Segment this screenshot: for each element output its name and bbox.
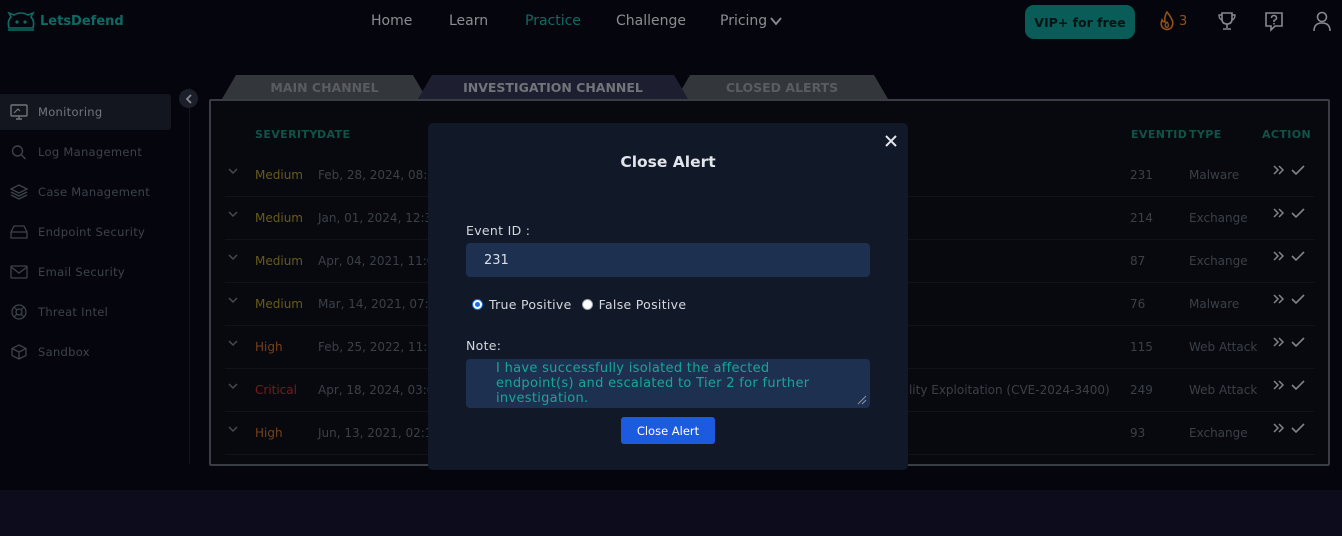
false-positive-radio[interactable] bbox=[581, 299, 593, 310]
verdict-radio-group: True Positive False Positive bbox=[472, 297, 686, 312]
close-icon[interactable] bbox=[882, 132, 900, 150]
event-id-input[interactable] bbox=[466, 243, 870, 277]
note-textarea[interactable]: I have successfully isolated the affecte… bbox=[466, 359, 870, 408]
event-id-label: Event ID : bbox=[466, 223, 531, 238]
close-alert-modal: Close Alert Event ID : True Positive Fal… bbox=[428, 123, 908, 470]
true-positive-label[interactable]: True Positive bbox=[489, 297, 572, 312]
close-alert-button[interactable]: Close Alert bbox=[621, 417, 715, 444]
footer-band bbox=[0, 490, 1342, 536]
resize-grip-icon[interactable] bbox=[857, 395, 867, 405]
false-positive-label[interactable]: False Positive bbox=[599, 297, 687, 312]
true-positive-radio[interactable] bbox=[472, 299, 483, 310]
note-label: Note: bbox=[466, 338, 502, 353]
modal-title: Close Alert bbox=[620, 153, 716, 171]
